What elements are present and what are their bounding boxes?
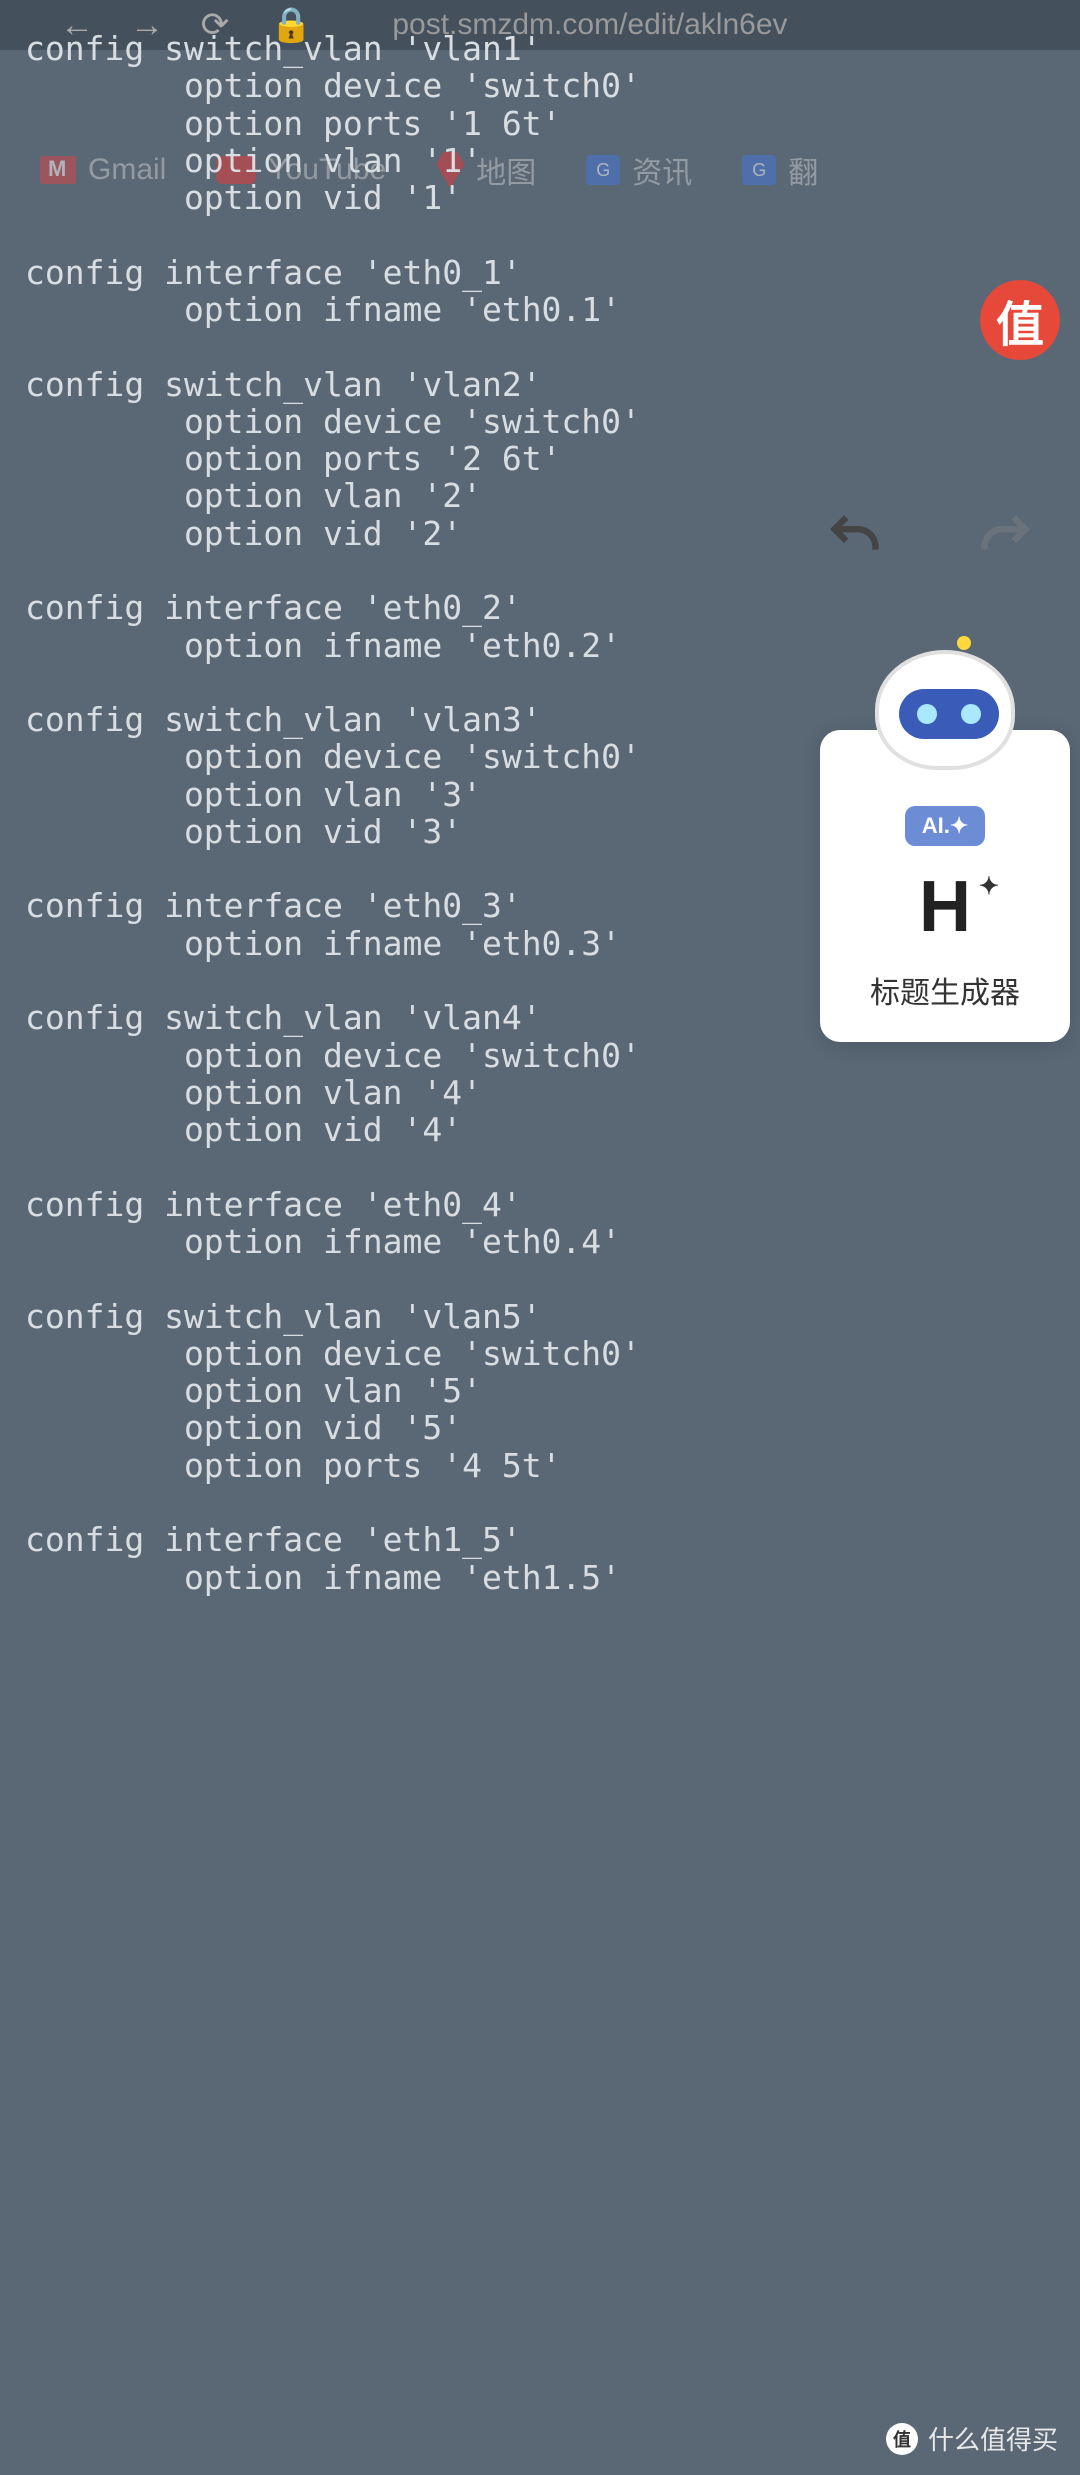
ai-assistant-panel[interactable]: AI.✦ H 标题生成器 bbox=[820, 730, 1070, 1042]
translate-icon: G bbox=[742, 155, 776, 185]
site-logo-badge[interactable]: 值 bbox=[980, 280, 1060, 360]
bookmark-label: 资讯 bbox=[632, 148, 692, 192]
title-generator-icon: H bbox=[919, 866, 971, 948]
watermark: 值 什么值得买 bbox=[886, 2420, 1058, 2457]
ai-badge: AI.✦ bbox=[905, 806, 985, 846]
redo-icon bbox=[970, 500, 1040, 570]
ai-panel-label: 标题生成器 bbox=[870, 968, 1020, 1012]
undo-icon bbox=[820, 500, 890, 570]
bookmark-label: 翻 bbox=[788, 148, 818, 192]
robot-icon bbox=[875, 650, 1015, 770]
undo-button[interactable] bbox=[820, 500, 890, 575]
bookmark-translate[interactable]: G 翻 bbox=[742, 148, 818, 192]
redo-button[interactable] bbox=[970, 500, 1040, 575]
watermark-badge-icon: 值 bbox=[886, 2423, 918, 2455]
config-code-block: config switch_vlan 'vlan1' option device… bbox=[25, 30, 641, 1596]
undo-redo-group bbox=[820, 500, 1040, 575]
watermark-text: 什么值得买 bbox=[928, 2420, 1058, 2457]
